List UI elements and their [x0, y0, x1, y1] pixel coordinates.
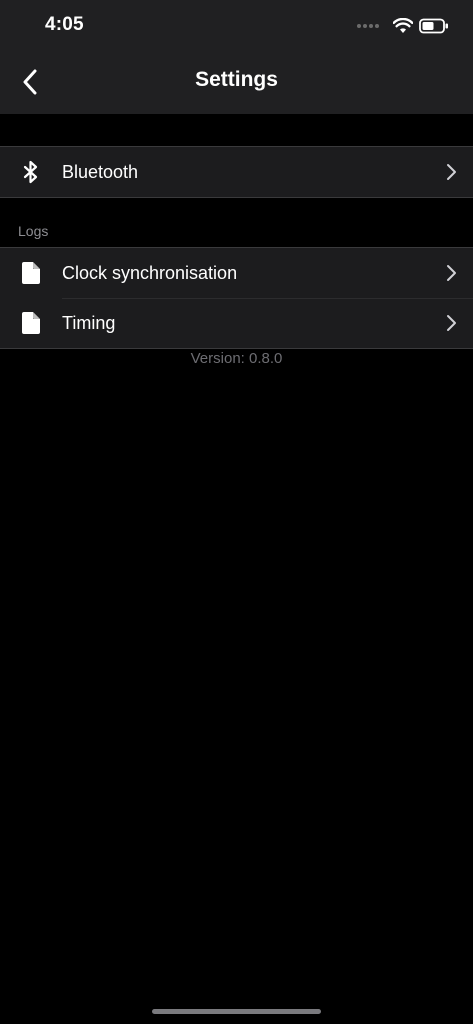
settings-row-label: Clock synchronisation	[62, 262, 238, 283]
navigation-header: 4:05 Settings	[0, 0, 473, 114]
document-icon	[20, 311, 42, 335]
chevron-right-icon	[447, 265, 456, 281]
settings-row-timing[interactable]: Timing	[0, 298, 473, 348]
signal-icon	[357, 24, 379, 28]
settings-row-clock-synchronisation[interactable]: Clock synchronisation	[0, 248, 473, 298]
status-time: 4:05	[45, 14, 84, 35]
settings-row-label: Bluetooth	[62, 161, 139, 182]
wifi-icon	[393, 18, 413, 33]
bluetooth-icon	[20, 160, 42, 184]
settings-group-general: Bluetooth	[0, 146, 473, 198]
app-version: Version: 0.8.0	[190, 350, 283, 367]
chevron-right-icon	[447, 315, 456, 331]
document-icon	[20, 261, 42, 285]
status-icons	[357, 15, 449, 37]
chevron-right-icon	[447, 164, 456, 180]
battery-icon	[419, 18, 448, 34]
section-header-logs: Logs	[18, 223, 49, 239]
settings-row-bluetooth[interactable]: Bluetooth	[0, 147, 473, 197]
home-indicator[interactable]	[152, 1009, 321, 1014]
settings-group-logs: Clock synchronisation Timing	[0, 247, 473, 349]
settings-row-label: Timing	[62, 312, 116, 333]
page-title: Settings	[195, 68, 278, 91]
